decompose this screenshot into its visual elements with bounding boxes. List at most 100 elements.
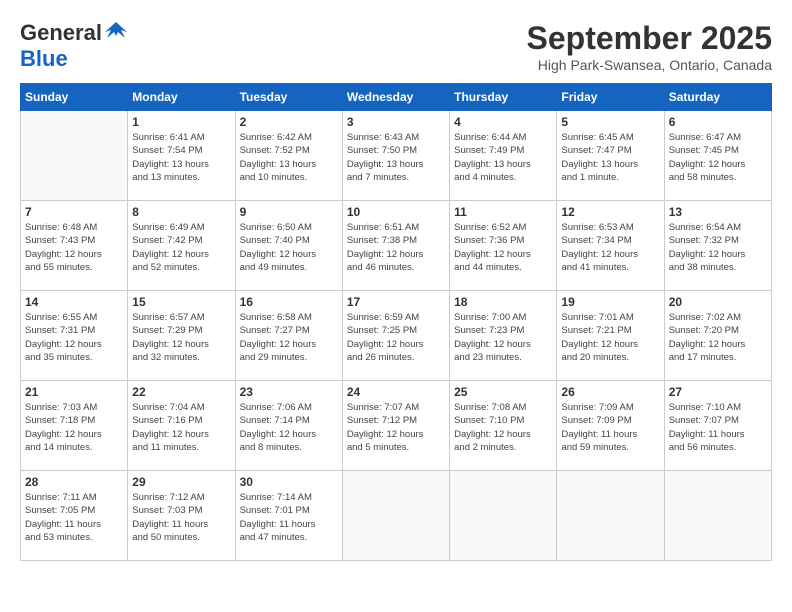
title-area: September 2025 High Park-Swansea, Ontari… [527, 20, 772, 73]
calendar-cell: 4 Sunrise: 6:44 AM Sunset: 7:49 PM Daylig… [450, 111, 557, 201]
calendar-cell: 28 Sunrise: 7:11 AM Sunset: 7:05 PM Dayli… [21, 471, 128, 561]
day-info: Sunrise: 7:08 AM Sunset: 7:10 PM Dayligh… [454, 401, 552, 454]
day-info: Sunrise: 6:48 AM Sunset: 7:43 PM Dayligh… [25, 221, 123, 274]
calendar-cell: 13Sunrise: 6:54 AM Sunset: 7:32 PM Dayli… [664, 201, 771, 291]
weekday-header-sunday: Sunday [21, 84, 128, 111]
day-number: 1 [132, 115, 230, 129]
day-info: Sunrise: 6:53 AM Sunset: 7:34 PM Dayligh… [561, 221, 659, 274]
calendar-cell: 3 Sunrise: 6:43 AM Sunset: 7:50 PM Daylig… [342, 111, 449, 201]
calendar-cell: 10 Sunrise: 6:51 AM Sunset: 7:38 PM Dayli… [342, 201, 449, 291]
calendar-cell: 15 Sunrise: 6:57 AM Sunset: 7:29 PM Dayli… [128, 291, 235, 381]
day-info: Sunrise: 6:54 AM Sunset: 7:32 PM Dayligh… [669, 221, 767, 274]
day-info: Sunrise: 6:41 AM Sunset: 7:54 PM Dayligh… [132, 131, 230, 184]
month-title: September 2025 [527, 20, 772, 57]
day-number: 14 [25, 295, 123, 309]
calendar-cell: 16 Sunrise: 6:58 AM Sunset: 7:27 PM Dayli… [235, 291, 342, 381]
day-info: Sunrise: 6:50 AM Sunset: 7:40 PM Dayligh… [240, 221, 338, 274]
logo-blue: Blue [20, 46, 68, 72]
logo-bird-icon [105, 20, 127, 42]
calendar-cell: 1 Sunrise: 6:41 AM Sunset: 7:54 PM Daylig… [128, 111, 235, 201]
weekday-header-saturday: Saturday [664, 84, 771, 111]
day-info: Sunrise: 6:57 AM Sunset: 7:29 PM Dayligh… [132, 311, 230, 364]
day-number: 27 [669, 385, 767, 399]
day-number: 15 [132, 295, 230, 309]
calendar-cell: 11 Sunrise: 6:52 AM Sunset: 7:36 PM Dayli… [450, 201, 557, 291]
calendar-cell: 30 Sunrise: 7:14 AM Sunset: 7:01 PM Dayli… [235, 471, 342, 561]
calendar-cell: 7 Sunrise: 6:48 AM Sunset: 7:43 PM Daylig… [21, 201, 128, 291]
calendar-cell: 18 Sunrise: 7:00 AM Sunset: 7:23 PM Dayli… [450, 291, 557, 381]
day-number: 21 [25, 385, 123, 399]
day-info: Sunrise: 6:51 AM Sunset: 7:38 PM Dayligh… [347, 221, 445, 274]
day-info: Sunrise: 7:04 AM Sunset: 7:16 PM Dayligh… [132, 401, 230, 454]
week-row-3: 14 Sunrise: 6:55 AM Sunset: 7:31 PM Dayli… [21, 291, 772, 381]
day-number: 8 [132, 205, 230, 219]
location-subtitle: High Park-Swansea, Ontario, Canada [527, 57, 772, 73]
day-number: 17 [347, 295, 445, 309]
day-number: 6 [669, 115, 767, 129]
day-number: 23 [240, 385, 338, 399]
day-number: 30 [240, 475, 338, 489]
day-number: 10 [347, 205, 445, 219]
day-info: Sunrise: 7:02 AM Sunset: 7:20 PM Dayligh… [669, 311, 767, 364]
calendar-cell: 8Sunrise: 6:49 AM Sunset: 7:42 PM Daylig… [128, 201, 235, 291]
calendar-table: SundayMondayTuesdayWednesdayThursdayFrid… [20, 83, 772, 561]
weekday-header-thursday: Thursday [450, 84, 557, 111]
day-info: Sunrise: 6:42 AM Sunset: 7:52 PM Dayligh… [240, 131, 338, 184]
day-number: 22 [132, 385, 230, 399]
calendar-cell: 12 Sunrise: 6:53 AM Sunset: 7:34 PM Dayli… [557, 201, 664, 291]
calendar-cell: 26Sunrise: 7:09 AM Sunset: 7:09 PM Dayli… [557, 381, 664, 471]
day-number: 4 [454, 115, 552, 129]
calendar-cell [21, 111, 128, 201]
logo-general: General [20, 20, 102, 46]
day-info: Sunrise: 7:00 AM Sunset: 7:23 PM Dayligh… [454, 311, 552, 364]
page-header: General Blue September 2025 High Park-Sw… [20, 20, 772, 73]
weekday-header-wednesday: Wednesday [342, 84, 449, 111]
week-row-5: 28 Sunrise: 7:11 AM Sunset: 7:05 PM Dayli… [21, 471, 772, 561]
day-number: 5 [561, 115, 659, 129]
day-number: 3 [347, 115, 445, 129]
weekday-header-tuesday: Tuesday [235, 84, 342, 111]
day-info: Sunrise: 6:55 AM Sunset: 7:31 PM Dayligh… [25, 311, 123, 364]
day-number: 28 [25, 475, 123, 489]
weekday-header-friday: Friday [557, 84, 664, 111]
calendar-cell: 24 Sunrise: 7:07 AM Sunset: 7:12 PM Dayli… [342, 381, 449, 471]
weekday-header-row: SundayMondayTuesdayWednesdayThursdayFrid… [21, 84, 772, 111]
day-number: 26 [561, 385, 659, 399]
day-number: 12 [561, 205, 659, 219]
day-number: 7 [25, 205, 123, 219]
calendar-cell [342, 471, 449, 561]
calendar-cell: 5Sunrise: 6:45 AM Sunset: 7:47 PM Daylig… [557, 111, 664, 201]
day-number: 29 [132, 475, 230, 489]
calendar-cell [557, 471, 664, 561]
day-info: Sunrise: 7:14 AM Sunset: 7:01 PM Dayligh… [240, 491, 338, 544]
day-number: 25 [454, 385, 552, 399]
day-info: Sunrise: 7:01 AM Sunset: 7:21 PM Dayligh… [561, 311, 659, 364]
calendar-cell: 22 Sunrise: 7:04 AM Sunset: 7:16 PM Dayli… [128, 381, 235, 471]
day-info: Sunrise: 6:59 AM Sunset: 7:25 PM Dayligh… [347, 311, 445, 364]
day-number: 16 [240, 295, 338, 309]
day-number: 19 [561, 295, 659, 309]
calendar-cell: 19 Sunrise: 7:01 AM Sunset: 7:21 PM Dayli… [557, 291, 664, 381]
day-info: Sunrise: 6:43 AM Sunset: 7:50 PM Dayligh… [347, 131, 445, 184]
day-info: Sunrise: 7:11 AM Sunset: 7:05 PM Dayligh… [25, 491, 123, 544]
day-info: Sunrise: 6:44 AM Sunset: 7:49 PM Dayligh… [454, 131, 552, 184]
calendar-cell [664, 471, 771, 561]
calendar-cell: 20 Sunrise: 7:02 AM Sunset: 7:20 PM Dayli… [664, 291, 771, 381]
day-info: Sunrise: 7:07 AM Sunset: 7:12 PM Dayligh… [347, 401, 445, 454]
day-info: Sunrise: 6:47 AM Sunset: 7:45 PM Dayligh… [669, 131, 767, 184]
day-number: 2 [240, 115, 338, 129]
day-info: Sunrise: 7:12 AM Sunset: 7:03 PM Dayligh… [132, 491, 230, 544]
calendar-cell: 23Sunrise: 7:06 AM Sunset: 7:14 PM Dayli… [235, 381, 342, 471]
calendar-cell: 29 Sunrise: 7:12 AM Sunset: 7:03 PM Dayli… [128, 471, 235, 561]
day-number: 20 [669, 295, 767, 309]
day-info: Sunrise: 6:58 AM Sunset: 7:27 PM Dayligh… [240, 311, 338, 364]
calendar-cell: 25 Sunrise: 7:08 AM Sunset: 7:10 PM Dayli… [450, 381, 557, 471]
day-number: 18 [454, 295, 552, 309]
calendar-cell [450, 471, 557, 561]
calendar-cell: 17 Sunrise: 6:59 AM Sunset: 7:25 PM Dayli… [342, 291, 449, 381]
week-row-2: 7 Sunrise: 6:48 AM Sunset: 7:43 PM Daylig… [21, 201, 772, 291]
day-info: Sunrise: 6:52 AM Sunset: 7:36 PM Dayligh… [454, 221, 552, 274]
day-number: 24 [347, 385, 445, 399]
day-number: 11 [454, 205, 552, 219]
weekday-header-monday: Monday [128, 84, 235, 111]
